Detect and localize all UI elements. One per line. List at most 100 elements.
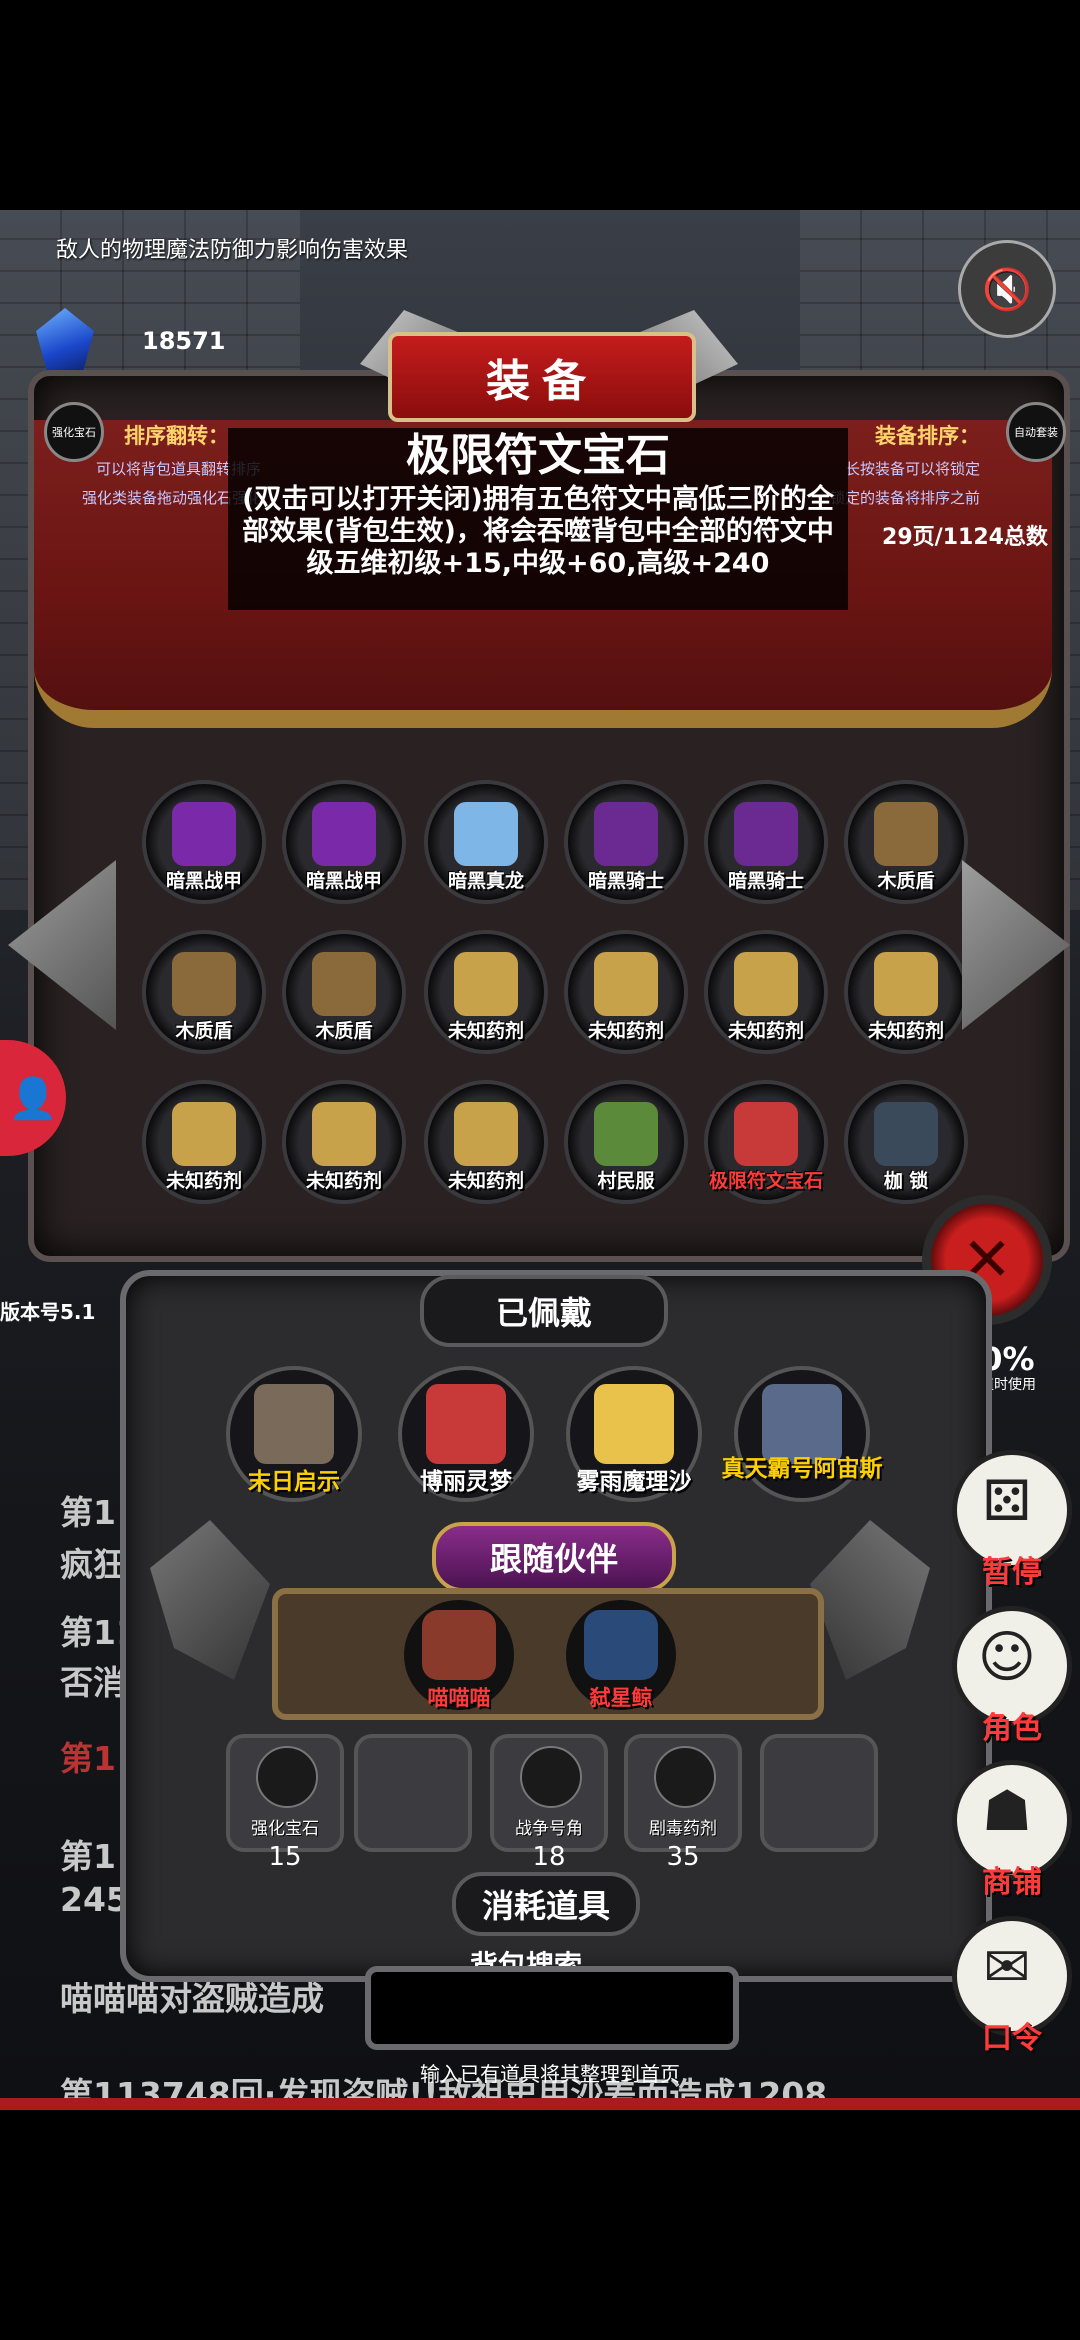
code-book-icon: ✉: [983, 1935, 1031, 2000]
inventory-item-label: 未知药剂: [305, 1170, 382, 1192]
equipped-item-label: 末日启示: [248, 1469, 340, 1495]
inventory-slot[interactable]: 木质盾: [282, 930, 406, 1054]
equipped-slot[interactable]: 真天霸号阿宙斯: [722, 1366, 883, 1502]
inventory-slot[interactable]: 极限符文宝石: [704, 1080, 828, 1204]
consumable-count: 18: [532, 1842, 566, 1872]
search-box: [365, 1966, 739, 2050]
consumable-slot[interactable]: [760, 1734, 878, 1852]
consumable-sprite-icon: [256, 1746, 318, 1808]
inventory-slot[interactable]: 木质盾: [142, 930, 266, 1054]
inventory-item-label: 枷 锁: [883, 1170, 929, 1192]
inventory-slot[interactable]: 未知药剂: [142, 1080, 266, 1204]
inventory-slot[interactable]: 暗黑战甲: [282, 780, 406, 904]
companion-slot[interactable]: 弑星鲸: [566, 1600, 676, 1710]
companion-title: 跟随伙伴: [432, 1522, 676, 1592]
item-sprite-icon: [594, 952, 658, 1016]
equipped-slot[interactable]: 雾雨魔理沙: [566, 1366, 702, 1502]
battle-log-line: 第1: [60, 1837, 116, 1876]
side-button[interactable]: ✉ 口令: [952, 1916, 1072, 2056]
consumable-count: 15: [268, 1842, 302, 1872]
inventory-item-label: 暗黑战甲: [305, 870, 382, 892]
item-sprite-icon: [454, 952, 518, 1016]
side-button[interactable]: ☺ 角色: [952, 1606, 1072, 1746]
search-input[interactable]: [371, 1972, 737, 2046]
search-hint: 输入已有道具将其整理到首页: [420, 2062, 680, 2086]
consumable-slot[interactable]: 强化宝石 15: [226, 1734, 344, 1872]
inventory-item-label: 木质盾: [877, 870, 935, 892]
item-sprite-icon: [734, 802, 798, 866]
inventory-slot[interactable]: 暗黑骑士: [704, 780, 828, 904]
consumable-sprite-icon: [654, 1746, 716, 1808]
item-sprite-icon: [594, 1102, 658, 1166]
item-sprite-icon: [312, 1102, 376, 1166]
side-button-label: 暂停: [982, 1555, 1042, 1590]
side-button-label: 口令: [982, 2021, 1042, 2056]
item-sprite-icon: [734, 1102, 798, 1166]
mute-button[interactable]: 🔇: [958, 240, 1056, 338]
equipped-sprite-icon: [762, 1384, 842, 1464]
equipped-slot[interactable]: 末日启示: [226, 1366, 362, 1502]
item-sprite-icon: [454, 1102, 518, 1166]
consumable-count: 35: [666, 1842, 700, 1872]
equipped-item-label: 雾雨魔理沙: [576, 1469, 692, 1495]
item-sprite-icon: [312, 952, 376, 1016]
inventory-item-label: 极限符文宝石: [708, 1170, 823, 1192]
equipped-item-label: 博丽灵梦: [420, 1469, 512, 1495]
equipped-sprite-icon: [426, 1384, 506, 1464]
battle-log-line: 第1: [60, 1493, 116, 1532]
equipped-slot[interactable]: 博丽灵梦: [398, 1366, 534, 1502]
consumable-sprite-icon: [520, 1746, 582, 1808]
character-icon: ☺: [977, 1625, 1037, 1690]
inventory-slot[interactable]: 暗黑战甲: [142, 780, 266, 904]
companion-label: 弑星鲸: [589, 1686, 653, 1710]
inventory-slot[interactable]: 未知药剂: [424, 1080, 548, 1204]
consumable-label: 战争号角: [515, 1819, 583, 1839]
consumables-title: 消耗道具: [452, 1872, 640, 1936]
speaker-muted-icon: 🔇: [982, 266, 1032, 313]
inventory-slot[interactable]: 枷 锁: [844, 1080, 968, 1204]
dice-icon: ⚄: [982, 1469, 1032, 1534]
consumable-slot[interactable]: 剧毒药剂 35: [624, 1734, 742, 1872]
inventory-slot[interactable]: 未知药剂: [704, 930, 828, 1054]
top-message: 敌人的物理魔法防御力影响伤害效果: [56, 238, 409, 263]
battle-log-line: 245: [60, 1880, 129, 1919]
inventory-item-label: 暗黑骑士: [587, 870, 664, 892]
item-sprite-icon: [874, 952, 938, 1016]
consumable-label: 强化宝石: [251, 1819, 319, 1839]
battle-log-line: 第1: [60, 1739, 116, 1778]
inventory-slot[interactable]: 未知药剂: [424, 930, 548, 1054]
item-sprite-icon: [172, 1102, 236, 1166]
side-button-label: 角色: [982, 1711, 1042, 1746]
side-button[interactable]: ☗ 商铺: [952, 1760, 1072, 1900]
inventory-slot[interactable]: 未知药剂: [564, 930, 688, 1054]
inventory-item-label: 村民服: [597, 1170, 655, 1192]
inventory-slot[interactable]: 暗黑骑士: [564, 780, 688, 904]
inventory-slot[interactable]: 木质盾: [844, 780, 968, 904]
consumable-slot[interactable]: 战争号角 18: [490, 1734, 608, 1872]
item-sprite-icon: [172, 952, 236, 1016]
currency-display: 18571: [36, 308, 226, 374]
inventory-slot[interactable]: 未知药剂: [844, 930, 968, 1054]
consumable-slot[interactable]: [354, 1734, 472, 1852]
companion-sprite-icon: [584, 1610, 658, 1680]
equipped-sprite-icon: [254, 1384, 334, 1464]
inventory-item-label: 未知药剂: [165, 1170, 242, 1192]
tooltip-title: 极限符文宝石: [406, 430, 670, 481]
inventory-slot[interactable]: 村民服: [564, 1080, 688, 1204]
companion-slot[interactable]: 喵喵喵: [404, 1600, 514, 1710]
inventory-item-label: 暗黑骑士: [727, 870, 804, 892]
inventory-slot[interactable]: 暗黑真龙: [424, 780, 548, 904]
side-button[interactable]: ⚄ 暂停: [952, 1450, 1072, 1590]
tooltip-description: (双击可以打开关闭)拥有五色符文中高低三阶的全部效果(背包生效)，将会吞噬背包中…: [242, 484, 834, 579]
inventory-item-label: 暗黑战甲: [165, 870, 242, 892]
equipped-title: 已佩戴: [420, 1275, 668, 1347]
item-sprite-icon: [454, 802, 518, 866]
item-sprite-icon: [734, 952, 798, 1016]
inventory-slot[interactable]: 未知药剂: [282, 1080, 406, 1204]
inventory-item-label: 未知药剂: [867, 1020, 944, 1042]
inventory-item-label: 暗黑真龙: [447, 870, 524, 892]
panel-title: 装备: [388, 332, 696, 422]
side-button-label: 商铺: [982, 1865, 1042, 1900]
item-tooltip: 极限符文宝石 (双击可以打开关闭)拥有五色符文中高低三阶的全部效果(背包生效)，…: [228, 428, 848, 610]
gem-icon: [36, 308, 94, 374]
